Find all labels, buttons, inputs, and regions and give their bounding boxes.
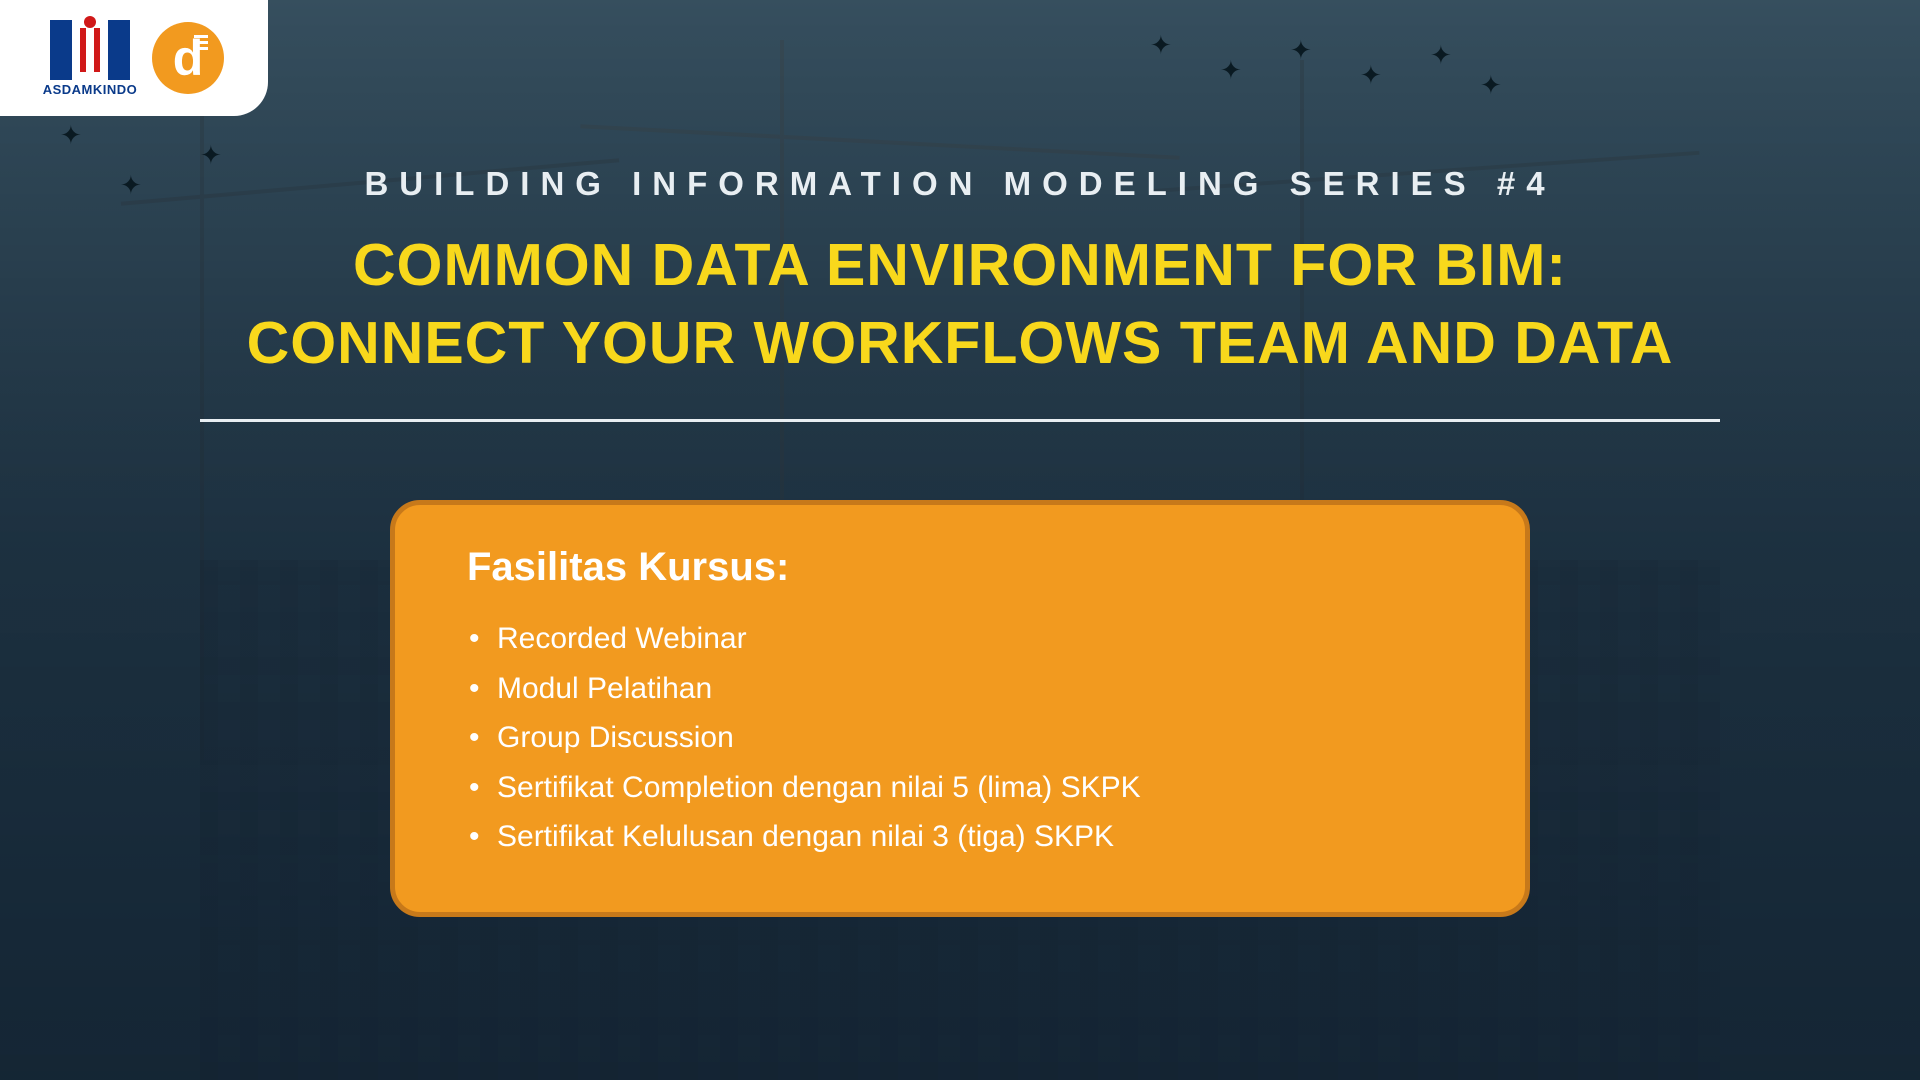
asdamkindo-logo: ASDAMKINDO <box>44 12 136 104</box>
title-line-2: CONNECT YOUR WORKFLOWS TEAM AND DATA <box>140 305 1780 383</box>
facilities-list: Recorded Webinar Modul Pelatihan Group D… <box>467 614 1453 862</box>
series-label: BUILDING INFORMATION MODELING SERIES #4 <box>140 165 1780 203</box>
asdamkindo-logo-icon <box>50 20 130 80</box>
partner-logo-letter: d <box>173 29 204 87</box>
list-item: Modul Pelatihan <box>497 664 1453 714</box>
hero-content: BUILDING INFORMATION MODELING SERIES #4 … <box>0 0 1920 422</box>
facilities-panel: Fasilitas Kursus: Recorded Webinar Modul… <box>390 500 1530 917</box>
panel-heading: Fasilitas Kursus: <box>467 545 1453 590</box>
list-item: Group Discussion <box>497 713 1453 763</box>
title-line-1: COMMON DATA ENVIRONMENT FOR BIM: <box>140 227 1780 305</box>
logo-badge: ASDAMKINDO d <box>0 0 268 116</box>
list-item: Sertifikat Kelulusan dengan nilai 3 (tig… <box>497 812 1453 862</box>
asdamkindo-logo-text: ASDAMKINDO <box>43 82 138 97</box>
course-title: COMMON DATA ENVIRONMENT FOR BIM: CONNECT… <box>140 227 1780 383</box>
title-divider <box>200 419 1720 422</box>
list-item: Recorded Webinar <box>497 614 1453 664</box>
partner-logo: d <box>152 22 224 94</box>
list-item: Sertifikat Completion dengan nilai 5 (li… <box>497 763 1453 813</box>
